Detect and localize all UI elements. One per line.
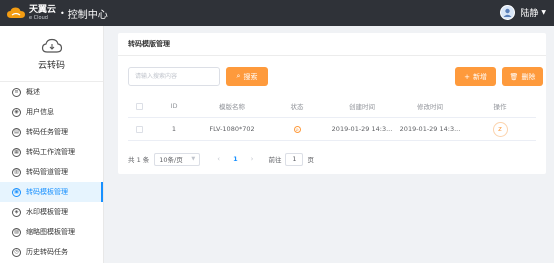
- prev-page-button[interactable]: ‹: [217, 155, 220, 163]
- history-icon: ◷: [12, 247, 21, 257]
- title-separator: •: [60, 8, 65, 18]
- pagination: 共 1 条 10条/页 ▼ ‹ 1 › 前往 1 页: [128, 152, 314, 166]
- page-size-select[interactable]: 10条/页 ▼: [154, 152, 201, 166]
- search-button[interactable]: ⌕ 搜索: [226, 67, 268, 86]
- watermark-icon: ◈: [12, 207, 21, 217]
- caret-down-icon: ▼: [541, 9, 546, 16]
- column-header-id: ID: [170, 102, 178, 110]
- add-button[interactable]: + 新增: [455, 67, 496, 86]
- page-title: 转码模版管理: [128, 40, 170, 48]
- sidebar-item[interactable]: ▥ 转码管道管理: [0, 162, 103, 182]
- thumbnail-icon: ▨: [12, 227, 21, 237]
- cell-modified-time: 2019-01-29 14:3...: [399, 125, 461, 133]
- total-count: 共 1 条: [128, 156, 150, 164]
- search-input[interactable]: [128, 67, 220, 86]
- cell-id: 1: [171, 125, 177, 133]
- sidebar-item[interactable]: ◈ 水印模板管理: [0, 202, 103, 222]
- cloud-transcode-icon: [41, 38, 62, 53]
- sidebar-item[interactable]: ▣ 转码模板管理: [0, 182, 103, 202]
- user-avatar-icon: [503, 8, 512, 17]
- trash-icon: 🗑: [509, 72, 519, 81]
- cloud-logo-icon: [7, 7, 25, 18]
- next-page-button[interactable]: ›: [251, 155, 254, 163]
- select-all-checkbox[interactable]: [135, 102, 143, 110]
- task-icon: ▤: [12, 127, 21, 137]
- user-info-icon: ◉: [12, 107, 21, 117]
- sidebar-menu: ≡ 概述 ◉ 用户信息 ▤ 转码任务管理 ▦ 转码工作流管理 ▥ 转码管道管理 ▣ 转码模板管理 ◈ 水印…: [0, 82, 103, 262]
- sidebar-item[interactable]: ◉ 用户信息: [0, 102, 103, 122]
- divider: [118, 55, 546, 56]
- sidebar: 云转码 ≡ 概述 ◉ 用户信息 ▤ 转码任务管理 ▦ 转码工作流管理 ▥ 转码管道管理 ▣ 转码模板管…: [0, 26, 104, 263]
- overview-icon: ≡: [12, 87, 21, 97]
- sidebar-item[interactable]: ◷ 历史转码任务: [0, 242, 103, 262]
- sidebar-item-label: 转码管道管理: [26, 168, 68, 176]
- goto-page-input[interactable]: 1: [285, 152, 304, 166]
- brand-name: 天翼云: [29, 4, 57, 15]
- chevron-down-icon: ▼: [191, 156, 196, 162]
- search-button-label: 搜索: [243, 72, 258, 81]
- cell-created-time: 2019-01-29 14:3...: [331, 125, 393, 133]
- row-checkbox[interactable]: [135, 125, 143, 133]
- sidebar-item-label: 转码工作流管理: [26, 148, 75, 156]
- current-page[interactable]: 1: [233, 155, 238, 163]
- table-row: 1 FLV-1080*702 ⊘ 2019-01-29 14:3... 2019…: [128, 118, 536, 141]
- console-title: 控制中心: [67, 9, 108, 21]
- page-size-value: 10条/页: [159, 156, 183, 164]
- avatar: [500, 5, 516, 20]
- delete-button-label: 删除: [521, 72, 536, 81]
- add-button-label: 新增: [472, 72, 487, 81]
- sidebar-item-label: 缩略图模板管理: [26, 228, 75, 236]
- sidebar-item-label: 转码任务管理: [26, 128, 68, 136]
- template-card: 转码模版管理 ⌕ 搜索 + 新增 🗑 删除 ID 模版名称 状态 创建时间 修改…: [118, 33, 546, 174]
- page-unit-label: 页: [307, 156, 314, 164]
- plus-icon: +: [464, 72, 470, 81]
- sidebar-item-label: 概述: [26, 88, 40, 96]
- sidebar-item[interactable]: ≡ 概述: [0, 82, 103, 102]
- sidebar-item-label: 水印模板管理: [26, 208, 68, 216]
- column-header-name: 模版名称: [219, 103, 245, 111]
- sidebar-item[interactable]: ▨ 缩略图模板管理: [0, 222, 103, 242]
- template-table: ID 模版名称 状态 创建时间 修改时间 操作 1 FLV-1080*702 ⊘…: [128, 95, 536, 141]
- pipeline-icon: ▥: [12, 167, 21, 177]
- user-menu[interactable]: 陆静 ▼: [500, 5, 546, 20]
- workflow-icon: ▦: [12, 147, 21, 157]
- sidebar-item[interactable]: ▤ 转码任务管理: [0, 122, 103, 142]
- sidebar-header: 云转码: [0, 26, 103, 82]
- column-header-created: 创建时间: [349, 103, 375, 111]
- sidebar-item-label: 转码模板管理: [26, 188, 68, 196]
- sidebar-item-label: 历史转码任务: [26, 248, 68, 256]
- column-header-actions: 操作: [493, 103, 507, 111]
- top-bar: 天翼云 e Cloud • 控制中心 陆静 ▼: [0, 0, 554, 26]
- template-icon: ▣: [12, 187, 21, 197]
- cell-template-name: FLV-1080*702: [209, 125, 255, 133]
- edit-action-button[interactable]: z: [492, 121, 508, 137]
- sidebar-title: 云转码: [37, 60, 65, 71]
- logo[interactable]: 天翼云 e Cloud: [6, 4, 57, 21]
- column-header-modified: 修改时间: [417, 103, 443, 111]
- table-header: ID 模版名称 状态 创建时间 修改时间 操作: [128, 95, 536, 118]
- edit-icon: z: [498, 125, 502, 133]
- search-icon: ⌕: [236, 72, 241, 80]
- sidebar-item-label: 用户信息: [26, 108, 54, 116]
- sidebar-item[interactable]: ▦ 转码工作流管理: [0, 142, 103, 162]
- status-icon: ⊘: [293, 125, 301, 133]
- user-name: 陆静: [520, 9, 539, 19]
- goto-label: 前往: [268, 156, 282, 164]
- delete-button[interactable]: 🗑 删除: [502, 67, 543, 86]
- column-header-status: 状态: [290, 103, 304, 111]
- goto-page-value: 1: [292, 155, 297, 163]
- brand-sub: e Cloud: [29, 14, 48, 21]
